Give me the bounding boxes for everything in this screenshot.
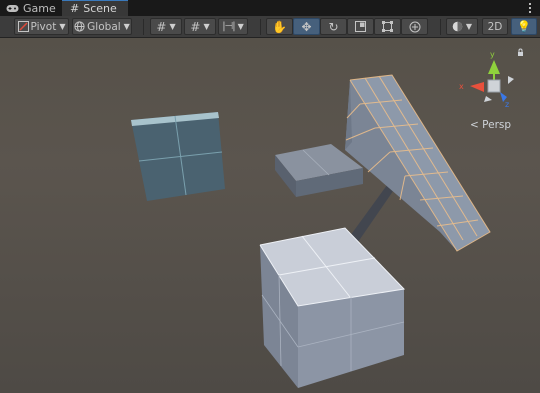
projection-chevron-icon: <	[470, 119, 479, 131]
lighting-toggle-button[interactable]: 💡	[511, 18, 537, 35]
transform-icon	[409, 21, 420, 32]
chevron-down-icon: ▼	[123, 22, 130, 31]
tab-scene[interactable]: # Scene	[62, 0, 128, 16]
scale-tool-button[interactable]	[347, 18, 374, 35]
toggle-2d-label: 2D	[487, 20, 503, 33]
grid-visibility-icon: #	[190, 19, 201, 34]
grid-visibility-button[interactable]: # ▼	[184, 18, 216, 35]
tab-scene-label: Scene	[83, 2, 117, 15]
rotate-tool-button[interactable]: ↻	[320, 18, 347, 35]
tab-bar: Game # Scene	[0, 0, 540, 16]
hand-icon: ✋	[272, 19, 287, 34]
scale-icon	[355, 21, 366, 32]
pivot-label: Pivot	[30, 20, 57, 33]
chevron-down-icon: ▼	[169, 22, 176, 31]
chevron-down-icon: ▼	[237, 22, 244, 31]
shading-mode-icon	[452, 21, 463, 32]
cube-object[interactable]	[259, 227, 406, 388]
gamepad-icon	[6, 4, 19, 12]
hand-tool-button[interactable]: ✋	[266, 18, 293, 35]
global-dropdown[interactable]: Global ▼	[72, 18, 132, 35]
rotate-icon: ↻	[328, 19, 339, 34]
toolbar-divider	[260, 19, 261, 35]
globe-icon	[74, 21, 85, 32]
lock-icon[interactable]	[518, 48, 523, 56]
gizmo-axis-z: z	[505, 100, 509, 109]
transform-tool-button[interactable]	[401, 18, 428, 35]
tab-game-label: Game	[23, 1, 56, 15]
global-label: Global	[87, 20, 121, 33]
toolbar-divider	[143, 19, 144, 35]
grid-snap-icon: #	[156, 19, 167, 34]
scene-viewport[interactable]: y x z < Persp	[0, 38, 540, 393]
scene-canvas[interactable]: y x z	[0, 38, 540, 393]
increment-snap-icon: |⊣|	[222, 21, 235, 32]
gizmo-axis-x: x	[459, 82, 464, 91]
toggle-2d-button[interactable]: 2D	[482, 18, 508, 35]
grid-icon: #	[70, 2, 80, 15]
rect-tool-button[interactable]	[374, 18, 401, 35]
pivot-icon	[17, 21, 29, 32]
rect-tool-icon	[382, 21, 393, 32]
tab-game[interactable]: Game	[6, 0, 56, 16]
toolbar-divider	[440, 19, 441, 35]
axis-gizmo[interactable]: y x z	[459, 48, 523, 109]
pivot-dropdown[interactable]: Pivot ▼	[14, 18, 69, 35]
draw-mode-dropdown[interactable]: ▼	[446, 18, 478, 35]
grid-snapping-button[interactable]: # ▼	[150, 18, 182, 35]
increment-snap-button[interactable]: |⊣| ▼	[218, 18, 248, 35]
move-icon: ✥	[301, 19, 312, 34]
panel-object[interactable]	[131, 112, 225, 201]
more-options-icon[interactable]	[526, 0, 534, 16]
chevron-down-icon: ▼	[465, 22, 473, 31]
projection-toggle[interactable]: < Persp	[470, 119, 511, 131]
chevron-down-icon: ▼	[203, 22, 210, 31]
move-tool-button[interactable]: ✥	[293, 18, 320, 35]
scene-toolbar: Pivot ▼ Global ▼ # ▼ # ▼ |⊣| ▼ ✋ ✥ ↻ ▼ 2…	[0, 16, 540, 38]
lightbulb-icon: 💡	[517, 20, 531, 33]
projection-label: Persp	[482, 119, 512, 131]
chevron-down-icon: ▼	[59, 22, 66, 31]
gizmo-axis-y: y	[490, 50, 495, 59]
